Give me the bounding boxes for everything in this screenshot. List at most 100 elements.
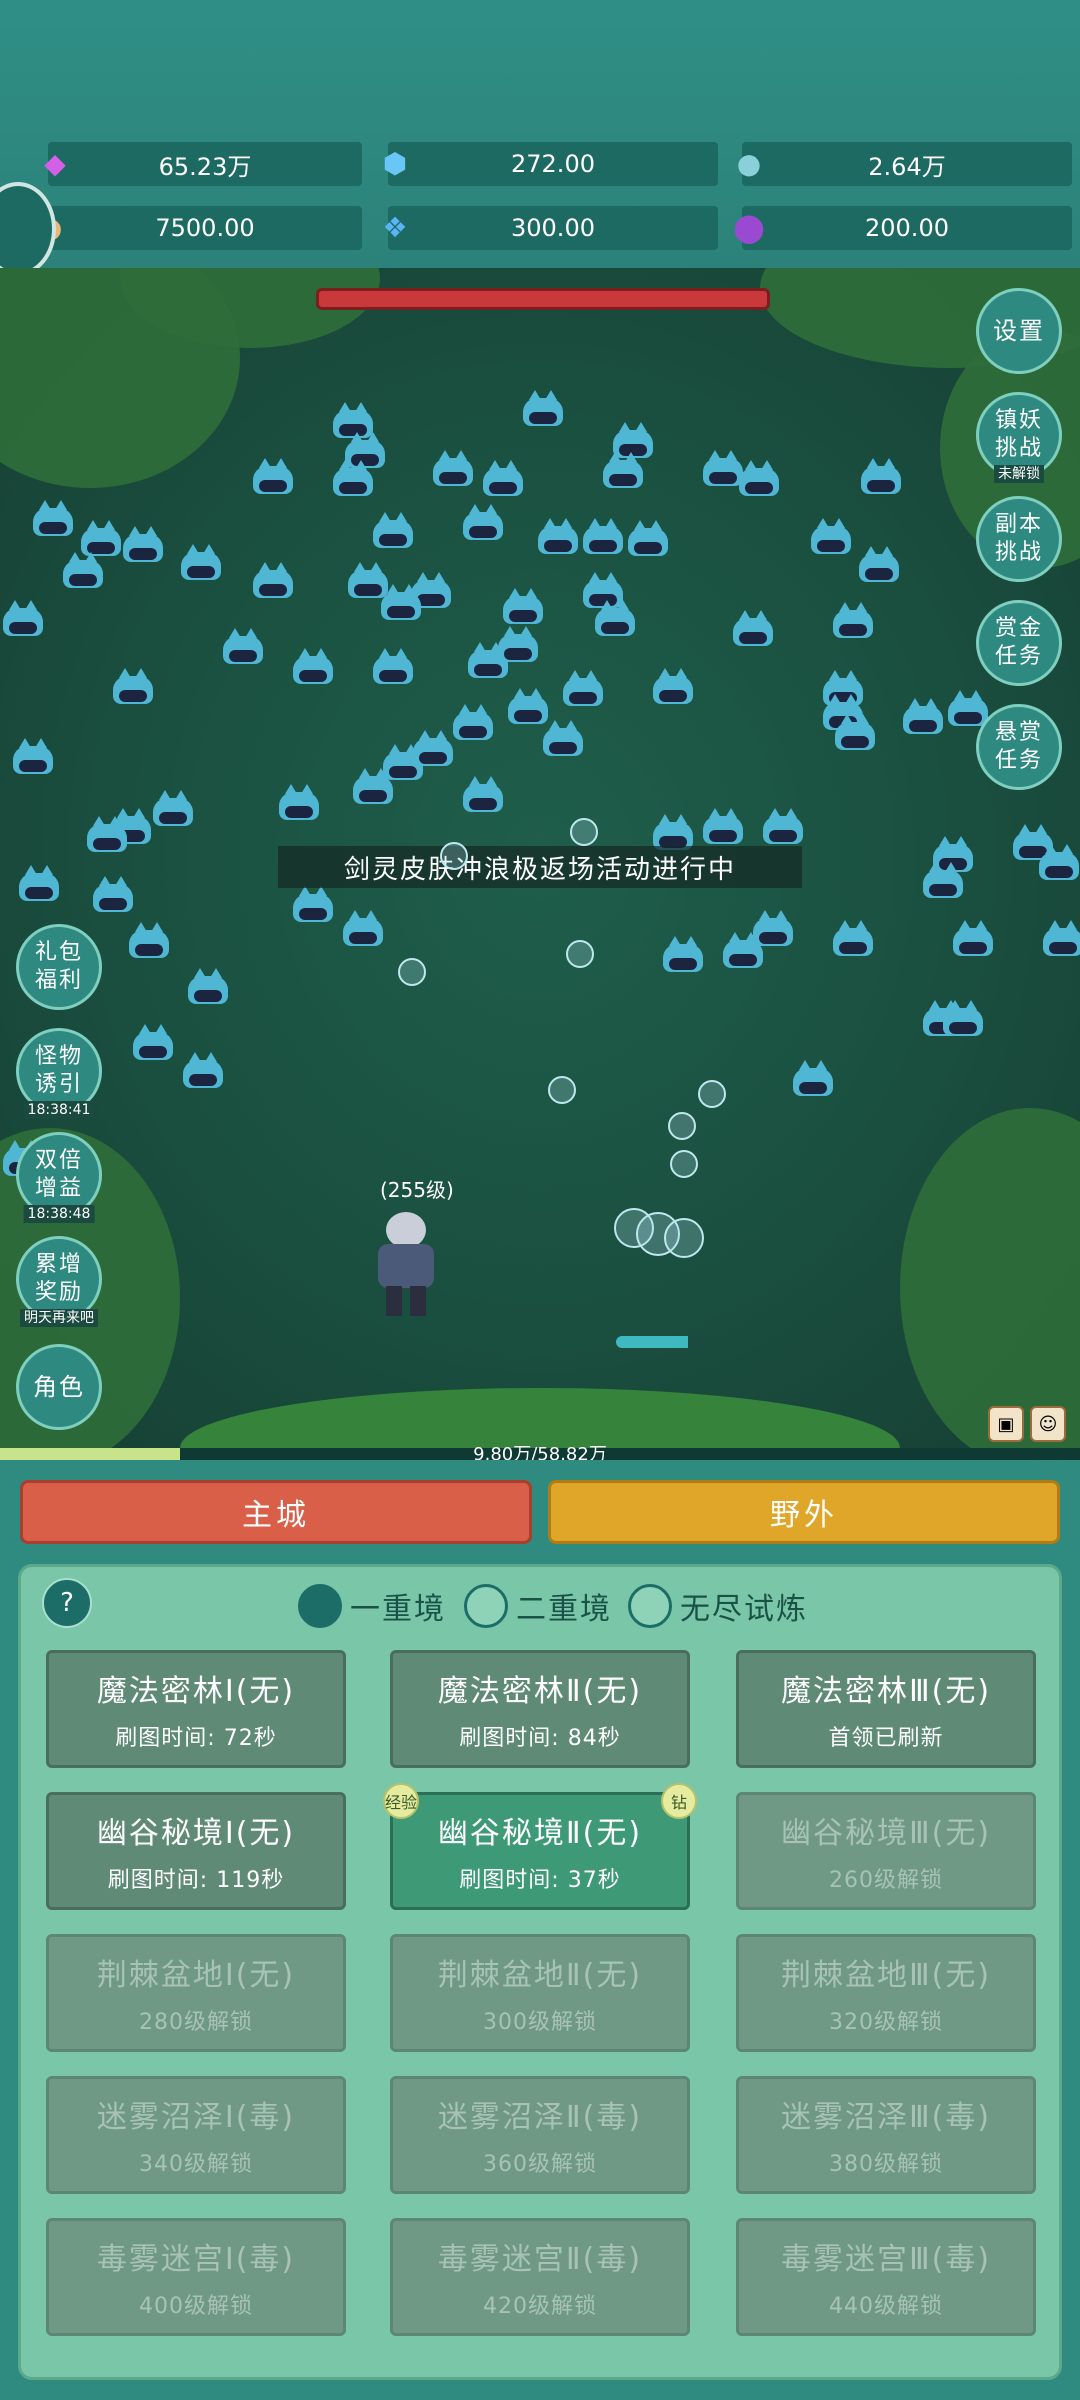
map-card[interactable]: 魔法密林Ⅲ(无) 首领已刷新	[736, 1650, 1036, 1768]
slime-monster	[940, 1000, 986, 1038]
resource-value: 7500.00	[155, 214, 255, 242]
slime-monster	[250, 458, 296, 496]
resource-value: 65.23万	[158, 152, 252, 181]
button-label: 角色	[33, 1373, 85, 1401]
map-subtitle: 刷图时间: 119秒	[107, 1868, 285, 1893]
monster-lure-button[interactable]: 怪物诱引 18:38:41	[16, 1028, 102, 1119]
radio-selected-icon	[298, 1584, 342, 1628]
bubble	[548, 1076, 576, 1104]
map-card-locked[interactable]: 迷雾沼泽Ⅲ(毒) 380级解锁	[736, 2076, 1036, 2194]
map-subtitle: 刷图时间: 72秒	[115, 1726, 277, 1751]
map-card[interactable]: 魔法密林Ⅰ(无) 刷图时间: 72秒	[46, 1650, 346, 1768]
chest-icon[interactable]: ▣	[988, 1406, 1024, 1442]
boss-hp-bar	[316, 288, 770, 310]
slime-monster	[856, 546, 902, 584]
slime-monster	[430, 450, 476, 488]
settings-button[interactable]: 设置	[976, 288, 1062, 374]
bubble	[670, 1150, 698, 1178]
slime-monster	[625, 520, 671, 558]
slime-monster	[378, 584, 424, 622]
slime-monster	[150, 790, 196, 828]
help-button[interactable]: ?	[42, 1578, 92, 1628]
speaker-button[interactable]	[0, 182, 56, 276]
map-title: 幽谷秘境Ⅱ(无)	[437, 1816, 643, 1851]
mode-option-endless[interactable]: 无尽试炼	[628, 1582, 808, 1630]
map-card[interactable]: 魔法密林Ⅱ(无) 刷图时间: 84秒	[390, 1650, 690, 1768]
slime-monster	[500, 588, 546, 626]
resource-value: 300.00	[511, 214, 595, 242]
map-card-locked[interactable]: 毒雾迷宫Ⅲ(毒) 440级解锁	[736, 2218, 1036, 2336]
character-button[interactable]: 角色	[16, 1344, 102, 1430]
main-city-tab[interactable]: 主城	[20, 1480, 532, 1544]
slime-monster	[330, 460, 376, 498]
slime-monster	[185, 968, 231, 1006]
slime-monster	[535, 518, 581, 556]
map-title: 魔法密林Ⅱ(无)	[437, 1674, 643, 1709]
slime-monster	[178, 544, 224, 582]
map-card-selected[interactable]: 经验 钻 幽谷秘境Ⅱ(无) 刷图时间: 37秒	[383, 1783, 697, 1910]
mode-option-2[interactable]: 二重境	[464, 1582, 612, 1630]
button-label: 悬赏任务	[994, 720, 1043, 773]
wild-tab[interactable]: 野外	[548, 1480, 1060, 1544]
slime-monster	[700, 808, 746, 846]
slime-monster	[650, 668, 696, 706]
slime-monster	[790, 1060, 836, 1098]
mode-label: 无尽试炼	[680, 1592, 808, 1627]
map-title: 毒雾迷宫Ⅱ(毒)	[437, 2242, 643, 2277]
cumulative-reward-button[interactable]: 累增奖励 明天再来吧	[16, 1236, 102, 1327]
mode-option-1[interactable]: 一重境	[298, 1582, 446, 1630]
map-card-locked[interactable]: 迷雾沼泽Ⅰ(毒) 340级解锁	[46, 2076, 346, 2194]
slime-monster	[750, 910, 796, 948]
slime-monster	[480, 460, 526, 498]
slime-monster	[350, 768, 396, 806]
map-card-locked[interactable]: 荆棘盆地Ⅰ(无) 280级解锁	[46, 1934, 346, 2052]
bounty-quest-button[interactable]: 赏金任务	[976, 600, 1062, 686]
slime-monster	[84, 816, 130, 854]
slime-monster	[660, 936, 706, 974]
button-label: 副本挑战	[994, 512, 1043, 565]
dungeon-challenge-button[interactable]: 副本挑战	[976, 496, 1062, 582]
map-subtitle: 300级解锁	[483, 2010, 597, 2035]
resource-ice-gem: ❖ 300.00	[382, 206, 718, 250]
slime-monster	[450, 704, 496, 742]
slime-monster	[90, 876, 136, 914]
resource-value: 2.64万	[868, 152, 946, 181]
map-card-locked[interactable]: 毒雾迷宫Ⅱ(毒) 420级解锁	[390, 2218, 690, 2336]
bubble	[566, 940, 594, 968]
map-title: 迷雾沼泽Ⅱ(毒)	[437, 2100, 643, 2135]
slime-monster	[832, 714, 878, 752]
map-card-locked[interactable]: 荆棘盆地Ⅱ(无) 300级解锁	[390, 1934, 690, 2052]
resource-diamond: ◆ 65.23万	[44, 142, 362, 186]
slime-monster	[10, 738, 56, 776]
gift-welfare-button[interactable]: 礼包福利	[16, 924, 102, 1010]
button-sublabel: 18:38:48	[23, 1205, 95, 1223]
double-buff-button[interactable]: 双倍增益 18:38:48	[16, 1132, 102, 1223]
diamond-tag: 钻	[661, 1783, 697, 1819]
slime-monster	[760, 808, 806, 846]
map-card-locked[interactable]: 荆棘盆地Ⅲ(无) 320级解锁	[736, 1934, 1036, 2052]
resource-value: 272.00	[511, 150, 595, 178]
resource-bar: ◆ 65.23万 ⬢ 272.00 ● 2.64万 ◗ 7500.00 ❖ 30…	[0, 0, 1080, 276]
map-title: 魔法密林Ⅲ(无)	[780, 1674, 992, 1709]
slime-monster	[16, 865, 62, 903]
tab-label: 野外	[770, 1498, 838, 1533]
resource-potion: ⬤ 200.00	[733, 206, 1072, 250]
map-card-locked[interactable]: 毒雾迷宫Ⅰ(毒) 400级解锁	[46, 2218, 346, 2336]
mode-label: 一重境	[350, 1592, 446, 1627]
slime-monster	[560, 670, 606, 708]
demon-challenge-button[interactable]: 镇妖挑战 未解锁	[976, 392, 1062, 483]
slime-monster	[220, 628, 266, 666]
slime-monster	[290, 886, 336, 924]
map-title: 迷雾沼泽Ⅲ(毒)	[780, 2100, 992, 2135]
map-card[interactable]: 幽谷秘境Ⅰ(无) 刷图时间: 119秒	[46, 1792, 346, 1910]
tree-foliage	[900, 1108, 1080, 1448]
cat-icon[interactable]: ☺	[1030, 1406, 1066, 1442]
button-label: 设置	[993, 317, 1045, 345]
map-card-locked[interactable]: 幽谷秘境Ⅲ(无) 260级解锁	[736, 1792, 1036, 1910]
reward-quest-button[interactable]: 悬赏任务	[976, 704, 1062, 790]
slime-monster	[600, 452, 646, 490]
resource-orb: ● 2.64万	[737, 142, 1072, 186]
map-card-locked[interactable]: 迷雾沼泽Ⅱ(毒) 360级解锁	[390, 2076, 690, 2194]
map-subtitle: 400级解锁	[139, 2294, 253, 2319]
slime-monster	[950, 920, 996, 958]
